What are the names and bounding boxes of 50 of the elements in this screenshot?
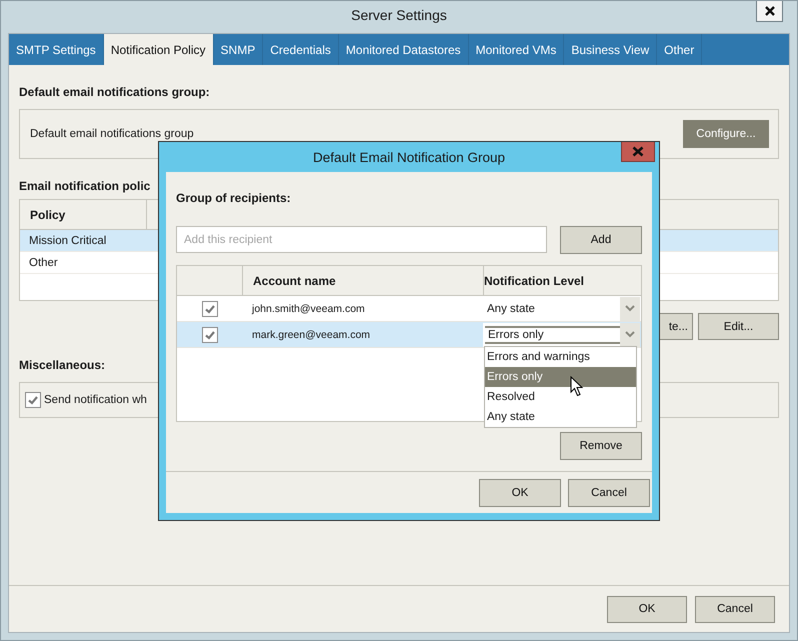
dialog-title: Default Email Notification Group bbox=[312, 150, 506, 164]
remove-button[interactable]: Remove bbox=[560, 432, 642, 460]
add-button[interactable]: Add bbox=[560, 226, 642, 254]
field-label: Group of recipients: bbox=[176, 191, 292, 207]
table-cell-text: john.smith@veeam.com bbox=[250, 302, 366, 316]
group-label: Default email notifications group bbox=[30, 128, 194, 140]
tab[interactable]: Monitored VMs bbox=[468, 34, 564, 65]
section-heading: Miscellaneous: bbox=[19, 358, 106, 374]
level-dropdown[interactable]: Errors only bbox=[483, 322, 640, 346]
cursor-icon bbox=[570, 376, 584, 397]
window-title: Server Settings bbox=[351, 6, 447, 23]
close-icon bbox=[764, 6, 774, 16]
checkbox[interactable] bbox=[202, 326, 218, 342]
table-cell: Mission Critical bbox=[29, 234, 106, 246]
tab[interactable]: Notification Policy bbox=[104, 34, 214, 65]
chevron-down-icon bbox=[625, 305, 635, 312]
footer-button[interactable]: OK bbox=[607, 596, 687, 622]
chevron-down-icon bbox=[625, 331, 635, 338]
table-cell: Other bbox=[29, 256, 58, 268]
tab[interactable]: Other bbox=[657, 34, 702, 65]
tab[interactable]: SNMP bbox=[214, 34, 264, 65]
dialog-button[interactable]: Cancel bbox=[568, 478, 650, 506]
section-heading: Default email notifications group: bbox=[19, 85, 210, 101]
table-row[interactable]: mark.green@veeam.com Errors only bbox=[177, 322, 641, 348]
check-icon bbox=[204, 302, 216, 314]
dialog-button[interactable]: OK bbox=[479, 478, 561, 506]
checkbox-option[interactable]: Send notification wh bbox=[25, 392, 147, 408]
column-header: Account name bbox=[243, 266, 484, 295]
checkbox[interactable] bbox=[25, 392, 41, 408]
checkbox[interactable] bbox=[202, 300, 218, 316]
table-cell-text: mark.green@veeam.com bbox=[251, 328, 372, 342]
close-button[interactable] bbox=[756, 1, 783, 22]
dropdown-option[interactable]: Resolved bbox=[485, 387, 636, 407]
table-button[interactable]: te... bbox=[657, 313, 693, 340]
check-icon bbox=[204, 328, 216, 340]
tab[interactable]: Business View bbox=[564, 34, 658, 65]
check-icon bbox=[27, 394, 39, 406]
recipient-field[interactable]: Add this recipient bbox=[176, 226, 547, 253]
table-button[interactable]: Edit... bbox=[698, 313, 779, 340]
dropdown-option[interactable]: Errors and warnings bbox=[485, 347, 636, 367]
table-row[interactable]: john.smith@veeam.com Any state bbox=[177, 296, 641, 322]
footer-button[interactable]: Cancel bbox=[695, 596, 775, 622]
tab[interactable]: Credentials bbox=[263, 34, 339, 65]
tab[interactable]: Monitored Datastores bbox=[338, 34, 469, 65]
section-heading: Email notification polic bbox=[19, 179, 150, 193]
column-header: Policy bbox=[20, 200, 147, 229]
close-icon bbox=[632, 146, 644, 157]
column-header: Notification Level bbox=[484, 272, 586, 290]
dropdown-option[interactable]: Any state bbox=[485, 407, 636, 427]
configure-button[interactable]: Configure... bbox=[683, 120, 769, 148]
